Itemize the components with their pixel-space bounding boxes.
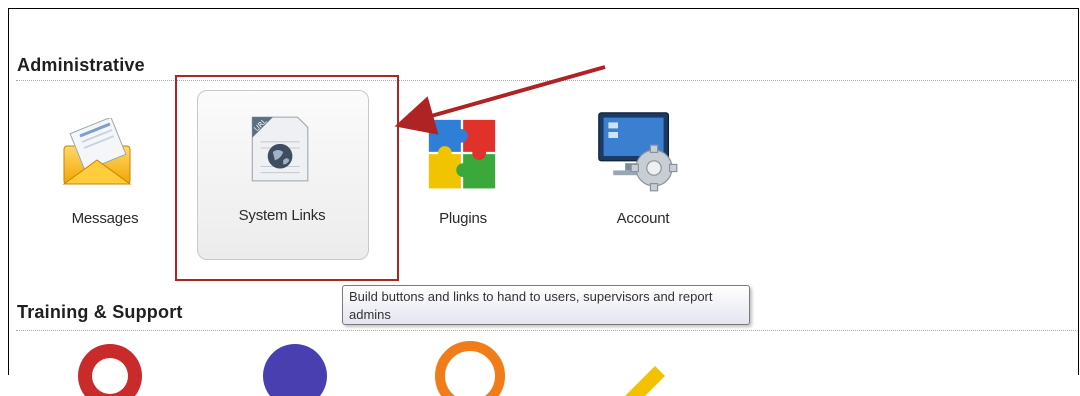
tooltip: Build buttons and links to hand to users… [342,285,750,325]
section-title-training-support: Training & Support [17,302,183,322]
section-divider [16,330,1076,331]
pencil-icon [625,366,665,396]
lifebuoy-icon [78,344,142,396]
ring-icon [435,341,505,396]
globe-icon [263,344,327,396]
